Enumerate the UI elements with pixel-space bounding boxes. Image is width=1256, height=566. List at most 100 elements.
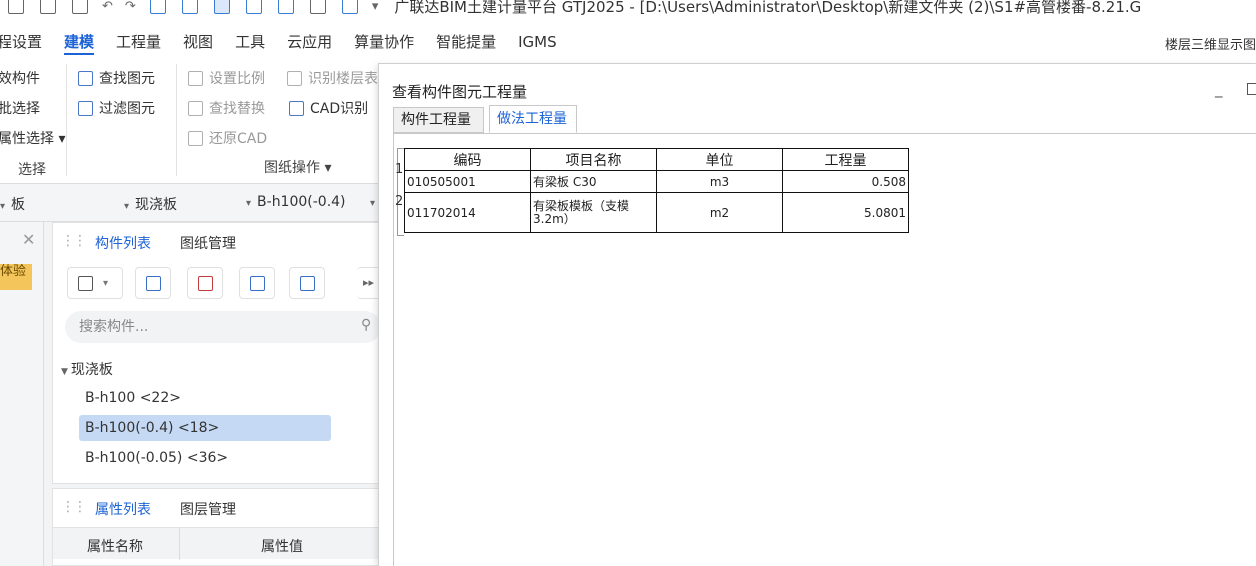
close-icon[interactable]: ✕	[22, 230, 35, 249]
cell-code[interactable]: 011702014	[404, 192, 531, 233]
column-property-value: 属性值	[261, 539, 303, 555]
quantity-table: 编码 项目名称 单位 工程量 010505001 有梁板 C30 m3 0.50…	[404, 148, 909, 233]
tab-component-quantity[interactable]: 构件工程量	[393, 107, 484, 133]
cell-unit[interactable]: m2	[656, 192, 783, 233]
cell-quantity[interactable]: 5.0801	[782, 192, 909, 233]
tab-layer-management[interactable]: 图层管理	[180, 499, 236, 519]
redo-icon[interactable]: ↷	[125, 0, 136, 14]
find-element-button[interactable]: 查找图元	[78, 68, 155, 88]
menu-modeling[interactable]: 建模	[53, 24, 105, 60]
cell-unit[interactable]: m3	[656, 170, 783, 193]
header-unit: 单位	[656, 148, 783, 171]
cell-item-name[interactable]: 有梁板 C30	[530, 170, 657, 193]
search-component-input[interactable]	[65, 311, 381, 343]
maximize-button[interactable]	[1247, 83, 1256, 95]
new-file-icon[interactable]	[8, 0, 24, 14]
ribbon-divider	[176, 64, 177, 176]
header-quantity: 工程量	[782, 148, 909, 171]
chevron-down-icon: ▾	[103, 277, 109, 289]
scale-icon	[188, 70, 203, 86]
component-list-panel: ⋮⋮ 构件列表 图纸管理 ▾ ▸▸ ⚲ ▼现浇板 B-h100 <22> B-h…	[52, 222, 381, 484]
drawing-ops-group-label[interactable]: 图纸操作 ▾	[264, 157, 331, 177]
cad-identify-button[interactable]: CAD识别	[289, 98, 368, 118]
select-group-label: 选择	[18, 162, 46, 178]
batch-select-button[interactable]: 批选择	[0, 98, 40, 118]
minimize-button[interactable]: _	[1215, 80, 1223, 98]
tab-component-list[interactable]: 构件列表	[95, 233, 151, 253]
table-row[interactable]: 010505001 有梁板 C30 m3 0.508	[404, 170, 909, 193]
property-select-button[interactable]: 属性选择 ▾	[0, 128, 65, 148]
chevron-down-icon: ▾	[246, 198, 252, 209]
search-icon[interactable]: ⚲	[361, 317, 371, 333]
row-number: 2	[395, 194, 404, 209]
chevron-down-icon[interactable]: ▾	[372, 0, 379, 14]
cell-code[interactable]: 010505001	[404, 170, 531, 193]
tab-method-quantity[interactable]: 做法工程量	[489, 105, 577, 133]
tree-group-cast-slab[interactable]: ▼ 现浇板	[61, 359, 113, 379]
summary-icon[interactable]	[149, 0, 166, 14]
menu-bar: 程设置 建模 工程量 视图 工具 云应用 算量协作 智能提量 IGMS 楼层三维…	[0, 24, 1256, 60]
menu-igms[interactable]: IGMS	[507, 24, 568, 60]
tree-item-selected[interactable]: B-h100(-0.4) <18>	[79, 415, 331, 441]
view-3d-icon[interactable]	[181, 0, 198, 14]
floor-copy-icon	[299, 275, 315, 291]
floor-3d-display[interactable]: 楼层三维显示图	[1165, 34, 1256, 53]
tab-drawing-management[interactable]: 图纸管理	[180, 233, 236, 253]
pick-component-button[interactable]: 效构件	[0, 68, 40, 88]
floor-type-value: 板	[11, 197, 26, 213]
layout-icon[interactable]	[213, 0, 230, 14]
floor-type-select[interactable]: ▾ 板	[0, 194, 25, 214]
identify-floor-label: 识别楼层表	[308, 71, 378, 87]
restore-cad-button[interactable]: 还原CAD	[188, 128, 267, 148]
menu-tools[interactable]: 工具	[224, 24, 276, 60]
selector-bar: ▾ 板 ▾ 现浇板 ▾ B-h100(-0.4) ▾	[0, 184, 380, 222]
delete-button[interactable]	[187, 267, 223, 299]
title-bar: ↶ ↷ ▾ 广联达BIM土建计量平台 GTJ2025 - [D:\Users\A…	[0, 0, 1256, 24]
print-icon[interactable]	[309, 0, 326, 14]
menu-smart-extract[interactable]: 智能提量	[425, 24, 507, 60]
set-scale-label: 设置比例	[209, 71, 265, 87]
column-divider	[179, 528, 180, 560]
find-replace-icon	[188, 100, 203, 116]
menu-view[interactable]: 视图	[172, 24, 224, 60]
tree-item[interactable]: B-h100(-0.05) <36>	[79, 445, 331, 471]
column-property-name: 属性名称	[87, 539, 143, 555]
experience-badge[interactable]: 体验	[0, 264, 32, 290]
find-element-icon	[78, 70, 93, 86]
chevron-down-icon: ▾	[370, 198, 376, 209]
tree-item[interactable]: B-h100 <22>	[79, 385, 331, 411]
drag-handle-icon[interactable]: ⋮⋮	[61, 499, 87, 515]
menu-collaboration[interactable]: 算量协作	[343, 24, 425, 60]
category-select[interactable]: ▾ 现浇板	[124, 194, 177, 214]
floor-copy-button[interactable]	[289, 267, 325, 299]
identify-floor-button[interactable]: 识别楼层表	[287, 68, 378, 88]
fit-icon[interactable]	[341, 0, 358, 14]
copy-button[interactable]	[135, 267, 171, 299]
restore-icon	[188, 130, 203, 146]
find-replace-button[interactable]: 查找替换	[188, 98, 265, 118]
component-select[interactable]: ▾ B-h100(-0.4)	[246, 194, 346, 210]
header-item-name: 项目名称	[530, 148, 657, 171]
floor-table-icon	[287, 70, 302, 86]
grid-icon[interactable]	[245, 0, 262, 14]
table-row[interactable]: 011702014 有梁板模板（支模3.2m） m2 5.0801	[404, 192, 909, 233]
menu-quantities[interactable]: 工程量	[105, 24, 172, 60]
cell-quantity[interactable]: 0.508	[782, 170, 909, 193]
drag-handle-icon[interactable]: ⋮⋮	[61, 233, 87, 249]
open-file-icon[interactable]	[40, 0, 56, 14]
duplicate-button[interactable]	[239, 267, 275, 299]
draw-icon[interactable]	[277, 0, 294, 14]
dialog-title: 查看构件图元工程量	[392, 83, 528, 101]
set-scale-button[interactable]: 设置比例	[188, 68, 265, 88]
duplicate-icon	[249, 275, 265, 291]
filter-element-button[interactable]: 过滤图元	[78, 98, 155, 118]
save-icon[interactable]	[72, 0, 88, 14]
menu-cloud[interactable]: 云应用	[276, 24, 343, 60]
property-list-panel: ⋮⋮ 属性列表 图层管理 属性名称 属性值	[52, 488, 381, 566]
tab-property-list[interactable]: 属性列表	[95, 499, 151, 519]
restore-cad-label: 还原CAD	[209, 131, 268, 147]
new-component-button[interactable]: ▾	[67, 267, 123, 299]
undo-icon[interactable]: ↶	[102, 0, 113, 14]
menu-project-settings[interactable]: 程设置	[0, 24, 53, 60]
cell-item-name[interactable]: 有梁板模板（支模3.2m）	[530, 192, 657, 233]
